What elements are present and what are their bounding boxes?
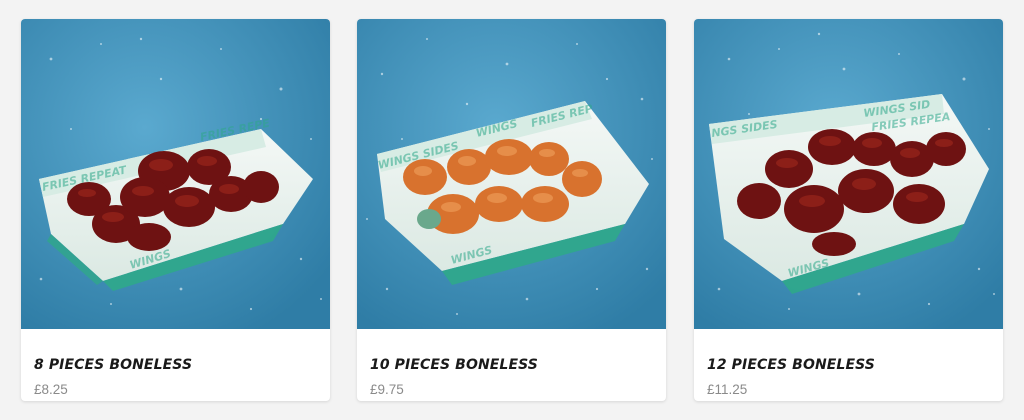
product-card[interactable]: FRIES REPEAT FRIES REPE WINGS 8 PIECES B…	[21, 19, 330, 401]
product-price: £9.75	[370, 382, 404, 397]
product-photo[interactable]: NGS SIDES WINGS SID FRIES REPEA WINGS	[694, 19, 1003, 329]
wings-photo-icon: NGS SIDES WINGS SID FRIES REPEA WINGS	[694, 19, 1003, 329]
product-title[interactable]: 8 PIECES BONELESS	[34, 357, 192, 373]
product-photo[interactable]: WINGS SIDES WINGS FRIES REP WINGS	[357, 19, 666, 329]
product-info: 12 PIECES BONELESS £11.25	[694, 329, 1003, 401]
product-title[interactable]: 12 PIECES BONELESS	[707, 357, 875, 373]
product-info: 10 PIECES BONELESS £9.75	[357, 329, 666, 401]
product-info: 8 PIECES BONELESS £8.25	[21, 329, 330, 401]
product-title[interactable]: 10 PIECES BONELESS	[370, 357, 538, 373]
product-photo[interactable]: FRIES REPEAT FRIES REPE WINGS	[21, 19, 330, 329]
wings-photo-icon: WINGS SIDES WINGS FRIES REP WINGS	[357, 19, 666, 329]
product-grid: FRIES REPEAT FRIES REPE WINGS 8 PIECES B…	[21, 19, 1003, 401]
wings-photo-icon: FRIES REPEAT FRIES REPE WINGS	[21, 19, 330, 329]
product-card[interactable]: NGS SIDES WINGS SID FRIES REPEA WINGS 12…	[694, 19, 1003, 401]
product-card[interactable]: WINGS SIDES WINGS FRIES REP WINGS 10 PIE…	[357, 19, 666, 401]
product-price: £11.25	[707, 382, 748, 397]
product-price: £8.25	[34, 382, 68, 397]
